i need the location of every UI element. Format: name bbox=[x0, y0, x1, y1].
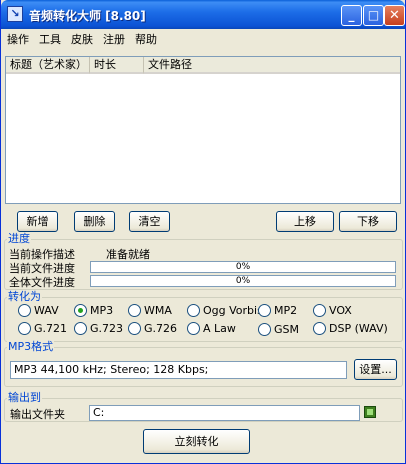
menu-bar: 操作 工具 皮肤 注册 帮助 bbox=[3, 29, 403, 49]
radio-circle-icon[interactable] bbox=[187, 322, 200, 335]
convert-to-legend: 转化为 bbox=[7, 290, 42, 303]
radio-mp2[interactable]: MP2 bbox=[258, 304, 297, 317]
file-progress-bar: 0% bbox=[90, 261, 396, 273]
radio-label: G.726 bbox=[144, 322, 178, 335]
menu-operate[interactable]: 操作 bbox=[3, 31, 33, 47]
radio-label: MP3 bbox=[90, 304, 114, 317]
column-title-artist[interactable]: 标题（艺术家） bbox=[6, 57, 90, 74]
radio-label: G.721 bbox=[34, 322, 68, 335]
radio-circle-icon[interactable] bbox=[18, 304, 31, 317]
output-folder-field[interactable]: C: bbox=[89, 405, 360, 421]
radio-g-721[interactable]: G.721 bbox=[18, 322, 67, 335]
folder-browse-icon[interactable] bbox=[364, 406, 376, 418]
radio-circle-icon[interactable] bbox=[258, 304, 271, 317]
radio-label: GSM bbox=[274, 323, 299, 336]
main-window: ↘ 音频转化大师 [8.80] _ □ ✕ 操作 工具 皮肤 注册 帮助 标题（… bbox=[0, 0, 406, 464]
radio-circle-icon[interactable] bbox=[74, 304, 87, 317]
radio-circle-icon[interactable] bbox=[258, 323, 271, 336]
format-legend: MP3格式 bbox=[7, 340, 55, 353]
minimize-button[interactable]: _ bbox=[341, 5, 362, 26]
radio-dsp-wav[interactable]: DSP (WAV) bbox=[313, 322, 388, 335]
settings-button[interactable]: 设置... bbox=[354, 359, 397, 380]
menu-skin[interactable]: 皮肤 bbox=[67, 31, 97, 47]
add-button[interactable]: 新增 bbox=[17, 211, 58, 232]
radio-circle-icon[interactable] bbox=[313, 322, 326, 335]
output-legend: 输出到 bbox=[7, 391, 42, 404]
format-field[interactable]: MP3 44,100 kHz; Stereo; 128 Kbps; bbox=[10, 361, 347, 379]
radio-circle-icon[interactable] bbox=[313, 304, 326, 317]
radio-label: WAV bbox=[34, 304, 59, 317]
radio-mp3[interactable]: MP3 bbox=[74, 304, 113, 317]
move-down-button[interactable]: 下移 bbox=[339, 211, 397, 232]
column-file-path[interactable]: 文件路径 bbox=[144, 57, 400, 74]
radio-circle-icon[interactable] bbox=[128, 304, 141, 317]
maximize-button[interactable]: □ bbox=[363, 5, 384, 26]
total-progress-label: 全体文件进度 bbox=[9, 276, 75, 289]
radio-circle-icon[interactable] bbox=[74, 322, 87, 335]
title-bar[interactable]: ↘ 音频转化大师 [8.80] _ □ ✕ bbox=[1, 0, 405, 29]
radio-circle-icon[interactable] bbox=[128, 322, 141, 335]
radio-label: MP2 bbox=[274, 304, 298, 317]
progress-legend: 进度 bbox=[7, 232, 31, 245]
radio-vox[interactable]: VOX bbox=[313, 304, 352, 317]
menu-tools[interactable]: 工具 bbox=[35, 31, 65, 47]
radio-a-law[interactable]: A Law bbox=[187, 322, 236, 335]
radio-ogg-vorbis[interactable]: Ogg Vorbis bbox=[187, 304, 263, 317]
operation-status: 准备就绪 bbox=[106, 248, 150, 261]
file-progress-text: 0% bbox=[235, 262, 251, 272]
radio-label: DSP (WAV) bbox=[329, 322, 388, 335]
radio-g-726[interactable]: G.726 bbox=[128, 322, 177, 335]
close-button[interactable]: ✕ bbox=[384, 5, 405, 26]
radio-gsm[interactable]: GSM bbox=[258, 323, 299, 336]
radio-label: VOX bbox=[329, 304, 352, 317]
window-title: 音频转化大师 [8.80] bbox=[29, 9, 146, 23]
total-progress-bar: 0% bbox=[90, 275, 396, 287]
total-progress-text: 0% bbox=[235, 276, 251, 286]
radio-wma[interactable]: WMA bbox=[128, 304, 172, 317]
menu-help[interactable]: 帮助 bbox=[131, 31, 161, 47]
radio-circle-icon[interactable] bbox=[18, 322, 31, 335]
app-icon: ↘ bbox=[7, 6, 23, 22]
delete-button[interactable]: 删除 bbox=[74, 211, 115, 232]
radio-label: A Law bbox=[203, 322, 236, 335]
clear-button[interactable]: 清空 bbox=[129, 211, 170, 232]
radio-wav[interactable]: WAV bbox=[18, 304, 59, 317]
menu-register[interactable]: 注册 bbox=[99, 31, 129, 47]
file-list[interactable]: 标题（艺术家） 时长 文件路径 bbox=[5, 56, 401, 204]
column-duration[interactable]: 时长 bbox=[90, 57, 144, 74]
radio-g-723[interactable]: G.723 bbox=[74, 322, 123, 335]
radio-label: Ogg Vorbis bbox=[203, 304, 263, 317]
list-header: 标题（艺术家） 时长 文件路径 bbox=[6, 57, 400, 74]
convert-now-button[interactable]: 立刻转化 bbox=[143, 429, 250, 454]
move-up-button[interactable]: 上移 bbox=[276, 211, 334, 232]
output-folder-label: 输出文件夹 bbox=[10, 408, 65, 421]
radio-label: G.723 bbox=[90, 322, 124, 335]
radio-dot-icon bbox=[78, 308, 83, 313]
radio-circle-icon[interactable] bbox=[187, 304, 200, 317]
radio-label: WMA bbox=[144, 304, 172, 317]
